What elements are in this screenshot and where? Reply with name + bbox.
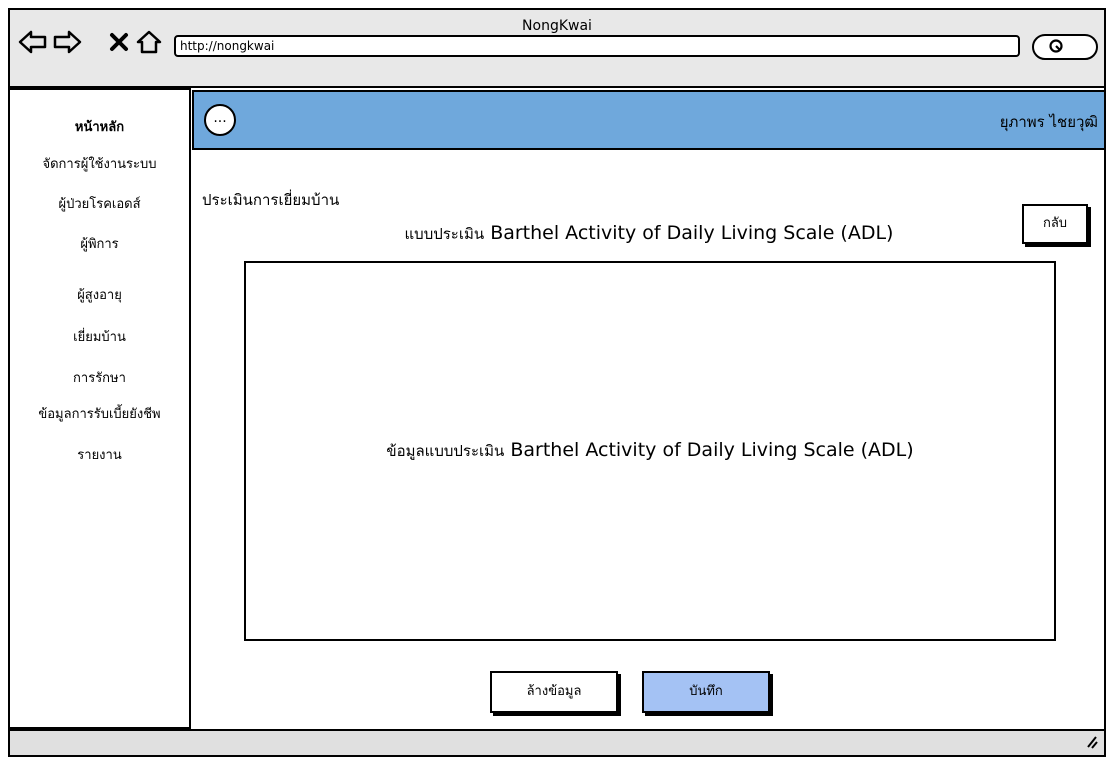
panel-placeholder: ข้อมูลแบบประเมิน Barthel Activity of Dai… [246,439,1054,463]
close-x-icon[interactable] [104,27,134,57]
sidebar-item-aids-patients[interactable]: ผู้ป่วยโรคเอดส์ [10,193,189,214]
window-title: NongKwai [522,18,592,34]
resize-handle-icon[interactable] [1084,734,1098,753]
user-name[interactable]: ยุภาพร ไชยวุฒิ [1000,110,1098,134]
search-icon [1048,38,1066,60]
form-heading-name: Barthel Activity of Daily Living Scale (… [490,222,894,244]
header-bar: ... ยุภาพร ไชยวุฒิ [192,90,1106,150]
panel-placeholder-name: Barthel Activity of Daily Living Scale (… [510,439,914,461]
sidebar-item-disabled[interactable]: ผู้พิการ [10,233,189,254]
search-button[interactable] [1032,34,1098,60]
menu-button[interactable]: ... [204,104,236,136]
panel-placeholder-prefix: ข้อมูลแบบประเมิน [386,442,505,460]
back-arrow-icon[interactable] [18,27,48,57]
url-bar[interactable]: http://nongkwai [174,35,1020,57]
forward-arrow-icon[interactable] [52,27,82,57]
sidebar-item-allowance[interactable]: ข้อมูลการรับเบี้ยยังชีพ [10,403,189,424]
sidebar-item-elderly[interactable]: ผู้สูงอายุ [10,284,189,305]
assessment-panel: ข้อมูลแบบประเมิน Barthel Activity of Dai… [244,261,1056,641]
page-title: ประเมินการเยี่ยมบ้าน [202,191,340,209]
home-icon[interactable] [134,27,164,57]
sidebar-item-home-visit[interactable]: เยี่ยมบ้าน [10,326,189,347]
clear-button[interactable]: ล้างข้อมูล [490,671,618,713]
status-bar [8,729,1106,757]
sidebar-item-report[interactable]: รายงาน [10,444,189,465]
form-heading: แบบประเมิน Barthel Activity of Daily Liv… [192,222,1106,246]
sidebar: หน้าหลัก จัดการผู้ใช้งานระบบ ผู้ป่วยโรคเ… [8,88,191,729]
sidebar-item-user-management[interactable]: จัดการผู้ใช้งานระบบ [10,153,189,174]
sidebar-item-treatment[interactable]: การรักษา [10,367,189,388]
sidebar-item-home[interactable]: หน้าหลัก [10,116,189,137]
form-heading-prefix: แบบประเมิน [404,225,485,243]
save-button[interactable]: บันทึก [642,671,770,713]
